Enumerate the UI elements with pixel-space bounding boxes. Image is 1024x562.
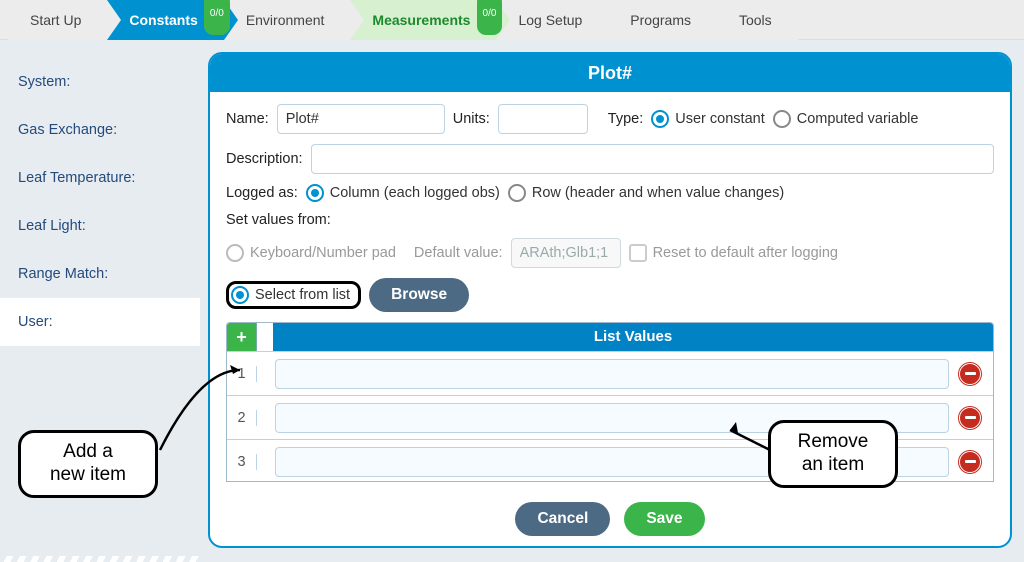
list-values-header: List Values xyxy=(273,323,993,351)
select-from-list-highlight: Select from list xyxy=(226,281,361,309)
name-label: Name: xyxy=(226,111,269,127)
sidebar-item-system[interactable]: System: xyxy=(0,58,200,106)
sidebar-item-range-match[interactable]: Range Match: xyxy=(0,250,200,298)
radio-keyboard[interactable]: Keyboard/Number pad xyxy=(226,244,396,262)
units-field[interactable] xyxy=(498,104,588,134)
save-button[interactable]: Save xyxy=(624,502,704,536)
tab-measurements[interactable]: Measurements0/0 xyxy=(350,0,496,40)
description-field[interactable] xyxy=(311,144,994,174)
remove-item-button[interactable] xyxy=(959,407,981,429)
cancel-button[interactable]: Cancel xyxy=(515,502,610,536)
sidebar-item-user[interactable]: User: xyxy=(0,298,200,346)
callout-remove-item: Remove an item xyxy=(768,420,898,488)
minus-icon xyxy=(965,416,976,419)
list-value-input[interactable] xyxy=(275,359,949,389)
callout-add-item: Add a new item xyxy=(18,430,158,498)
remove-item-button[interactable] xyxy=(959,363,981,385)
radio-user-constant[interactable]: User constant xyxy=(651,110,764,128)
minus-icon xyxy=(965,372,976,375)
defaultvalue-label: Default value: xyxy=(414,245,503,261)
badge-measurements: 0/0 xyxy=(477,0,503,35)
sidebar-item-leaf-light[interactable]: Leaf Light: xyxy=(0,202,200,250)
loggedas-label: Logged as: xyxy=(226,185,298,201)
tab-startup[interactable]: Start Up xyxy=(8,0,107,40)
arrow-add xyxy=(150,360,260,460)
minus-icon xyxy=(965,460,976,463)
units-label: Units: xyxy=(453,111,490,127)
top-tabs: Start Up Constants0/0 Environment Measur… xyxy=(0,0,1024,40)
description-label: Description: xyxy=(226,151,303,167)
setvalues-label: Set values from: xyxy=(226,212,331,228)
add-item-button[interactable]: + xyxy=(227,323,257,351)
type-label: Type: xyxy=(608,111,643,127)
tab-environment[interactable]: Environment xyxy=(224,0,351,40)
name-field[interactable] xyxy=(277,104,445,134)
tab-constants[interactable]: Constants0/0 xyxy=(107,0,223,40)
radio-computed-variable[interactable]: Computed variable xyxy=(773,110,919,128)
list-row: 1 xyxy=(227,351,993,395)
defaultvalue-field xyxy=(511,238,621,268)
remove-item-button[interactable] xyxy=(959,451,981,473)
badge-constants: 0/0 xyxy=(204,0,230,35)
sidebar-item-leaf-temperature[interactable]: Leaf Temperature: xyxy=(0,154,200,202)
tab-programs[interactable]: Programs xyxy=(608,0,717,40)
checkbox-reset-default[interactable]: Reset to default after logging xyxy=(629,244,838,262)
dialog-title: Plot# xyxy=(210,54,1010,92)
radio-logged-row[interactable]: Row (header and when value changes) xyxy=(508,184,784,202)
tab-logsetup[interactable]: Log Setup xyxy=(496,0,608,40)
browse-button[interactable]: Browse xyxy=(369,278,469,312)
radio-select-from-list[interactable]: Select from list xyxy=(231,286,350,304)
radio-logged-column[interactable]: Column (each logged obs) xyxy=(306,184,500,202)
sidebar-item-gas-exchange[interactable]: Gas Exchange: xyxy=(0,106,200,154)
torn-edge xyxy=(0,556,200,562)
